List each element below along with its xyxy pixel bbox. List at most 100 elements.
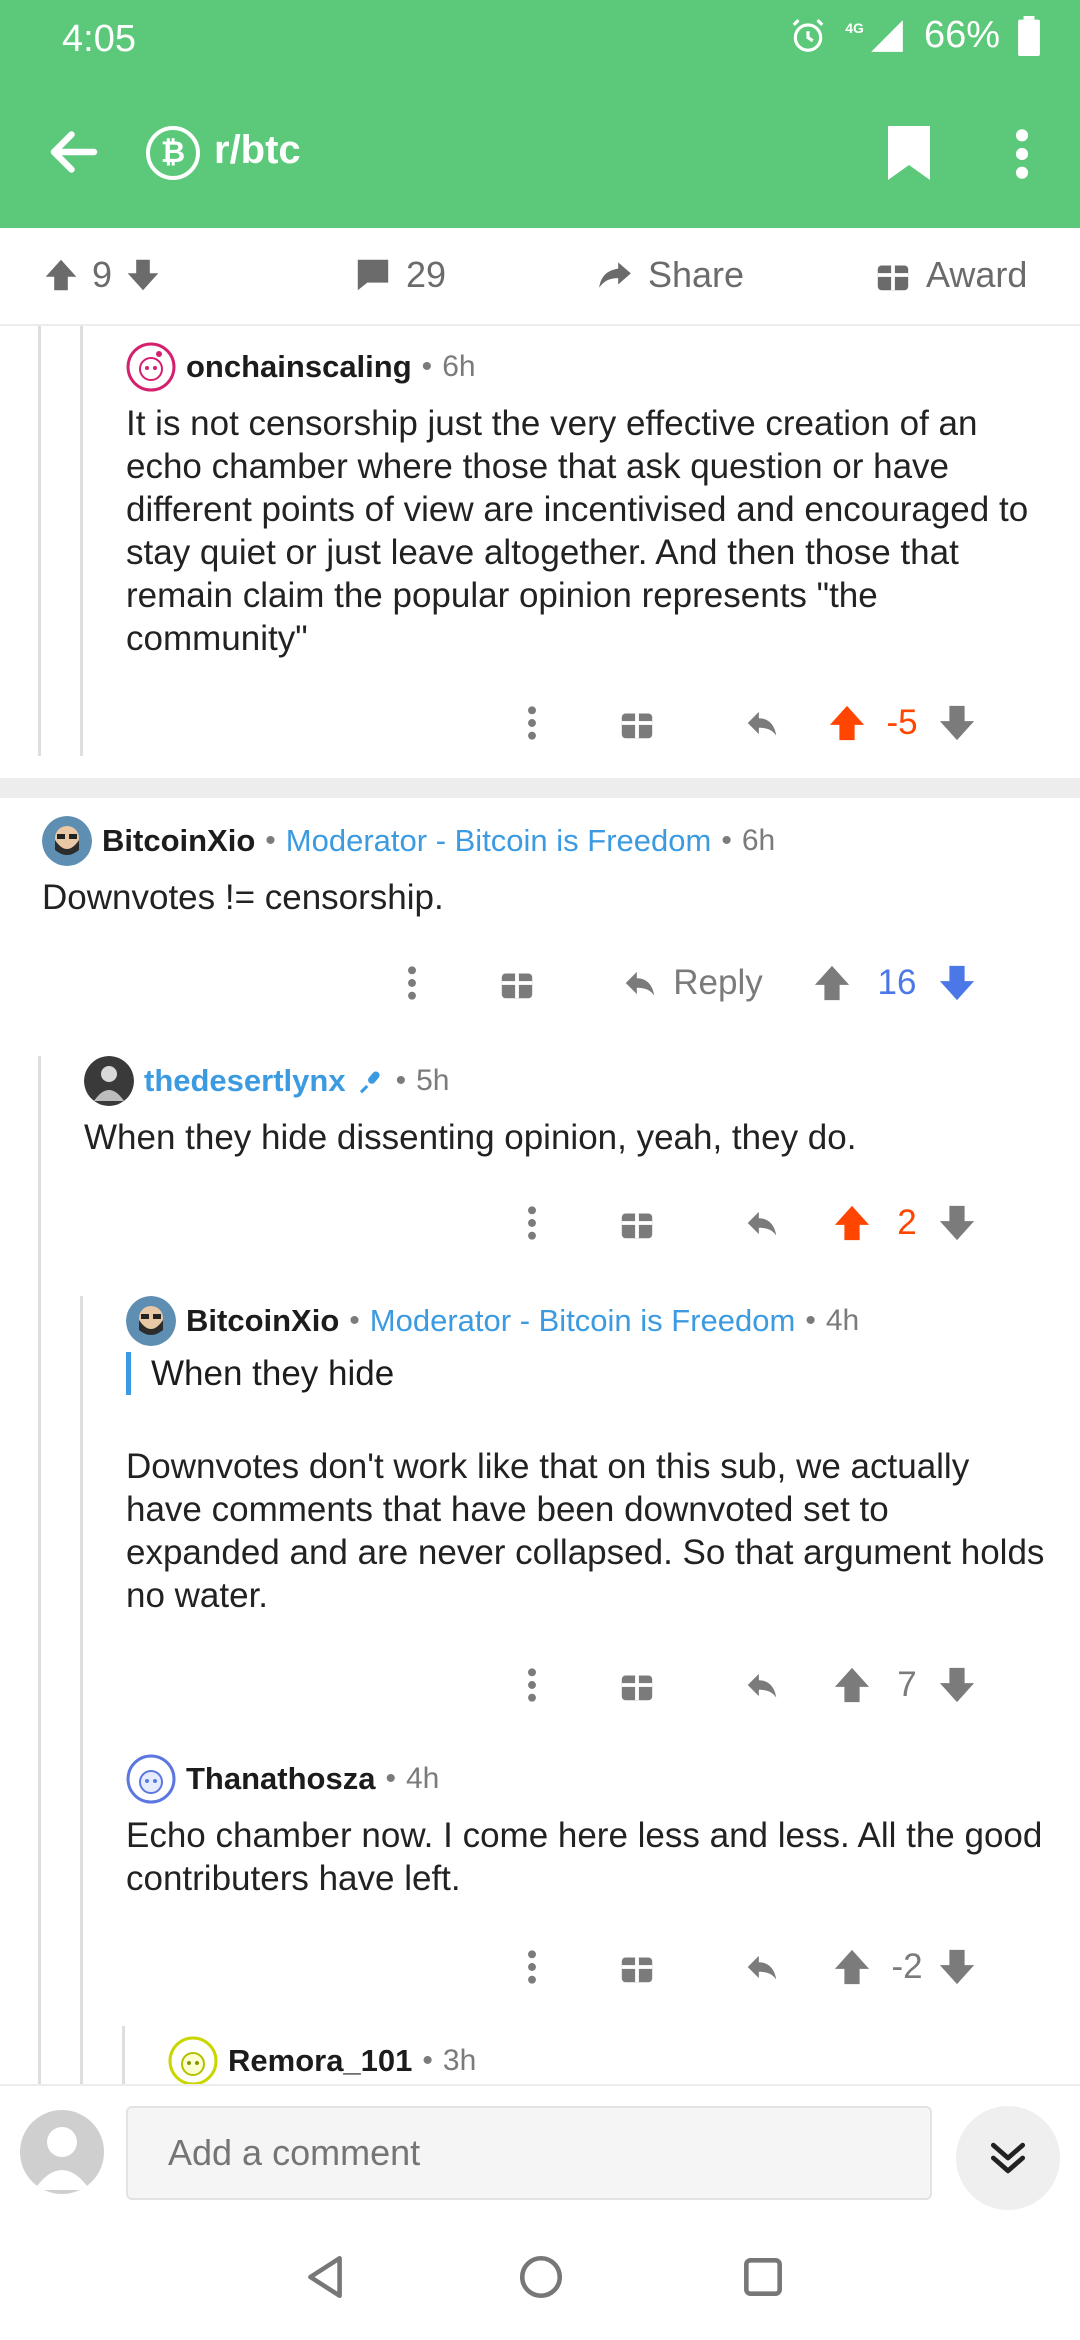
username[interactable]: Thanathosza (186, 1761, 375, 1797)
nav-home-icon[interactable] (516, 2252, 566, 2302)
share-button[interactable]: Share (596, 254, 744, 296)
network-type: 4G (845, 19, 864, 36)
comment-meta: BitcoinXio • Moderator - Bitcoin is Free… (126, 1296, 1046, 1346)
reply-arrow-icon[interactable] (702, 704, 822, 742)
avatar[interactable] (42, 816, 92, 866)
add-comment-input[interactable] (126, 2106, 932, 2200)
avatar[interactable] (168, 2036, 218, 2084)
more-options-icon[interactable] (492, 1204, 572, 1242)
meta-separator: • (421, 350, 433, 383)
comment-onchainscaling: onchainscaling • 6h It is not censorship… (126, 342, 1046, 660)
downvote-icon[interactable] (126, 257, 160, 293)
meta-separator: • (395, 1064, 407, 1097)
gift-icon[interactable] (572, 1948, 702, 1986)
upvote-icon[interactable] (822, 1204, 882, 1242)
more-options-icon[interactable] (372, 964, 452, 1002)
comment-thedesertlynx: thedesertlynx • 5h When they hide dissen… (84, 1056, 1044, 1159)
meta-separator: • (805, 1304, 816, 1337)
username[interactable]: onchainscaling (186, 349, 412, 385)
post-vote: 9 (44, 254, 160, 296)
username[interactable]: BitcoinXio (186, 1303, 339, 1339)
bookmark-icon[interactable] (888, 126, 930, 180)
subreddit-icon[interactable]: ₿ (146, 126, 200, 180)
thread-divider (0, 778, 1080, 798)
comment-time: 5h (416, 1064, 450, 1097)
user-flair: Moderator - Bitcoin is Freedom (285, 823, 712, 858)
double-chevron-down-icon (986, 2136, 1030, 2180)
reply-arrow-icon[interactable] (702, 1948, 822, 1986)
upvote-icon[interactable] (822, 1948, 882, 1986)
gift-icon[interactable] (572, 1666, 702, 1704)
op-microphone-icon (356, 1066, 386, 1096)
comment-toolbar: -5 (492, 698, 1052, 748)
comment-toolbar: Reply 16 (372, 958, 1052, 1008)
comments-button[interactable]: 29 (354, 254, 446, 296)
username[interactable]: thedesertlynx (144, 1063, 346, 1099)
gift-icon (874, 256, 912, 294)
nav-back-icon[interactable] (300, 2252, 350, 2302)
back-arrow-icon[interactable] (44, 122, 104, 182)
battery-icon (1018, 15, 1040, 56)
post-score: 9 (92, 254, 113, 295)
subreddit-name[interactable]: r/btc (214, 128, 301, 173)
comment-time: 6h (442, 350, 476, 383)
meta-separator: • (385, 1762, 396, 1795)
comment-meta: Thanathosza • 4h (126, 1754, 1046, 1804)
comment-list: onchainscaling • 6h It is not censorship… (0, 326, 1080, 2084)
downvote-icon[interactable] (932, 1948, 982, 1986)
comment-time: 3h (442, 2044, 477, 2077)
avatar[interactable] (126, 1296, 176, 1346)
comment-time: 6h (741, 824, 776, 857)
avatar[interactable] (84, 1056, 134, 1106)
comment-score: 16 (877, 963, 917, 1002)
upvote-icon[interactable] (802, 964, 862, 1002)
avatar[interactable] (126, 342, 176, 392)
jump-down-button[interactable] (956, 2106, 1060, 2210)
downvote-icon[interactable] (932, 964, 982, 1002)
more-options-icon[interactable] (492, 1948, 572, 1986)
share-label: Share (648, 254, 745, 295)
user-avatar[interactable] (20, 2110, 104, 2194)
username[interactable]: Remora_101 (228, 2043, 412, 2079)
comment-thanathosza: Thanathosza • 4h Echo chamber now. I com… (126, 1754, 1046, 1900)
gift-icon[interactable] (572, 1204, 702, 1242)
upvote-icon[interactable] (822, 704, 872, 742)
app-header: 4:05 4G 66% ₿ r/btc (0, 0, 1080, 228)
avatar[interactable] (126, 1754, 176, 1804)
meta-separator: • (265, 824, 276, 857)
gift-icon[interactable] (452, 964, 582, 1002)
comment-score: 2 (897, 1203, 917, 1242)
thread-line (38, 326, 41, 756)
nav-recents-icon[interactable] (738, 2252, 788, 2302)
more-options-icon[interactable] (492, 704, 572, 742)
more-options-icon[interactable] (492, 1666, 572, 1704)
reply-button[interactable]: Reply (582, 963, 802, 1003)
comment-toolbar: 2 (492, 1198, 1052, 1248)
upvote-icon[interactable] (44, 257, 78, 293)
thread-line (80, 1296, 83, 2084)
downvote-icon[interactable] (932, 704, 982, 742)
comment-meta: Remora_101 • 3h (168, 2036, 1048, 2084)
thread-line (80, 326, 83, 756)
username[interactable]: BitcoinXio (102, 823, 255, 859)
comment-remora-101: Remora_101 • 3h (168, 2036, 1048, 2084)
downvote-icon[interactable] (932, 1666, 982, 1704)
meta-separator: • (349, 1304, 360, 1337)
reply-arrow-icon[interactable] (702, 1204, 822, 1242)
comment-composer-bar (0, 2084, 1080, 2214)
comment-score: 7 (897, 1665, 917, 1704)
award-button[interactable]: Award (874, 254, 1027, 296)
user-flair: Moderator - Bitcoin is Freedom (369, 1303, 796, 1338)
comment-bitcoinxio-reply: BitcoinXio • Moderator - Bitcoin is Free… (126, 1296, 1046, 1617)
comment-time: 4h (825, 1304, 860, 1337)
award-label: Award (926, 254, 1028, 295)
upvote-icon[interactable] (822, 1666, 882, 1704)
thread-line (122, 2026, 125, 2084)
comment-body: Echo chamber now. I come here less and l… (126, 1816, 1043, 1898)
gift-icon[interactable] (572, 704, 702, 742)
comment-meta: thedesertlynx • 5h (84, 1056, 1044, 1106)
comment-body: It is not censorship just the very effec… (126, 404, 1029, 658)
reply-arrow-icon[interactable] (702, 1666, 822, 1704)
overflow-menu-icon[interactable] (1010, 126, 1034, 182)
downvote-icon[interactable] (932, 1204, 982, 1242)
